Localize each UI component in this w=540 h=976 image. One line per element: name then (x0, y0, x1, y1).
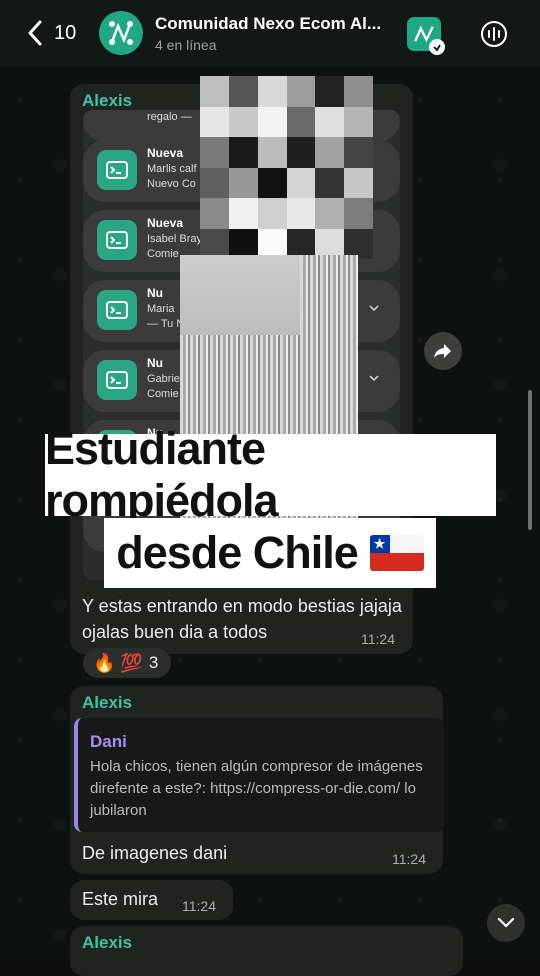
chat-header: 10 Comunidad Nexo Ecom Al... 4 en línea (0, 0, 540, 66)
overlay-caption-line2: desde Chile ★ (104, 518, 436, 588)
reaction-emojis: 🔥 💯 (93, 652, 143, 673)
sender-name[interactable]: Alexis (82, 693, 132, 713)
online-status: 4 en línea (155, 36, 217, 53)
back-button[interactable]: 10 (26, 19, 86, 47)
chile-flag-icon: ★ (369, 535, 424, 571)
sender-name[interactable]: Alexis (82, 933, 132, 953)
quote-text: Hola chicos, tienen algún compresor de i… (90, 758, 423, 819)
message-bubble[interactable]: Este mira 11:24 (70, 880, 233, 920)
pixelated-censor (180, 255, 300, 335)
reactions-pill[interactable]: 🔥 💯 3 (83, 648, 171, 678)
forward-icon (434, 344, 451, 358)
terminal-icon (97, 150, 137, 190)
message-text: Y estas entrando en modo bestias jajaja … (82, 596, 402, 642)
reply-quote[interactable]: Dani Hola chicos, tienen algún compresor… (74, 718, 444, 832)
chat-title-block[interactable]: Comunidad Nexo Ecom Al... 4 en línea (155, 14, 395, 53)
message-bubble[interactable]: Alexis (70, 926, 463, 976)
chat-title: Comunidad Nexo Ecom Al... (155, 13, 382, 33)
chevron-left-icon (28, 20, 42, 46)
forward-button[interactable] (424, 332, 462, 370)
sender-name[interactable]: Alexis (82, 91, 132, 111)
chevron-down-icon (369, 305, 379, 312)
scroll-to-bottom-button[interactable] (487, 904, 525, 942)
message-text: Este mira (82, 889, 159, 909)
group-avatar[interactable] (99, 11, 143, 55)
terminal-icon (97, 220, 137, 260)
pixelated-censor (200, 76, 373, 259)
voice-chat-icon[interactable] (480, 20, 508, 48)
unread-count: 10 (54, 21, 77, 44)
message-time: 11:24 (392, 851, 426, 867)
chevron-down-icon (369, 375, 379, 382)
quote-author: Dani (90, 732, 127, 751)
message-time: 11:24 (361, 631, 395, 647)
terminal-icon (97, 360, 137, 400)
check-icon (429, 39, 445, 55)
message-time: 11:24 (182, 898, 216, 914)
terminal-icon (97, 290, 137, 330)
overlay-caption-line1: Estudiante rompiédola (45, 423, 496, 526)
chevron-down-icon (497, 917, 515, 928)
community-badge[interactable] (407, 17, 445, 55)
message-text: De imagenes dani (82, 843, 228, 863)
scrollbar[interactable] (528, 390, 532, 530)
reaction-count: 3 (148, 653, 159, 672)
nexo-logo-icon (109, 21, 133, 45)
